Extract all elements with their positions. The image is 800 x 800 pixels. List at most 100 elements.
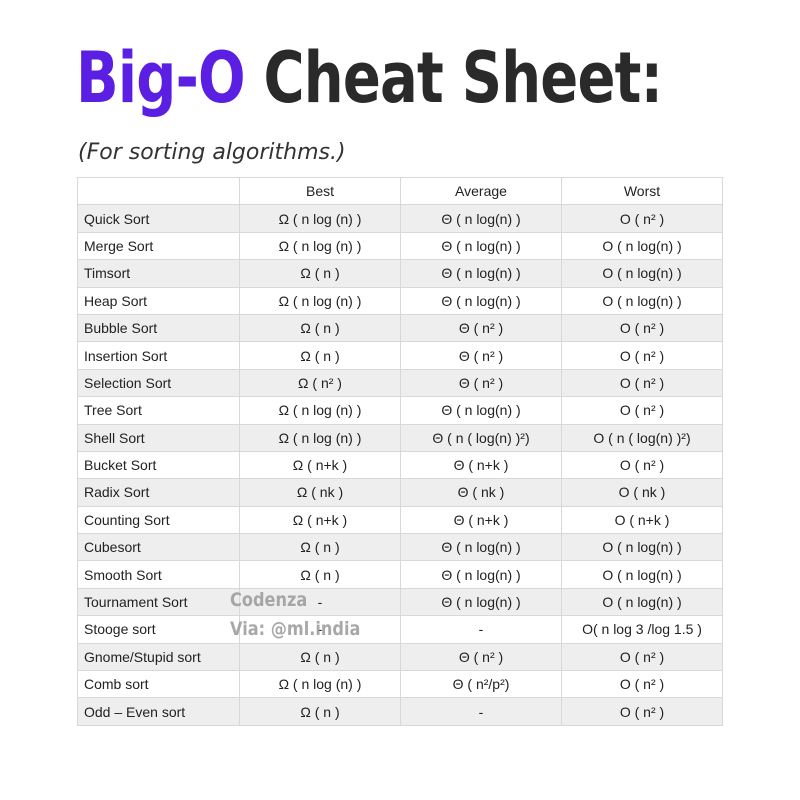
subtitle: (For sorting algorithms.) <box>78 140 346 165</box>
algorithm-name-cell: Tournament Sort <box>77 587 240 617</box>
algorithm-name-cell: Gnome/Stupid sort <box>77 642 240 672</box>
average-case-cell: Θ ( n log(n) ) <box>400 396 562 425</box>
average-case-cell: - <box>400 697 562 726</box>
table-row: Merge Sort Ω ( n log (n) ) Θ ( n log(n) ) O… <box>77 231 723 261</box>
worst-case-cell: O( n log 3 /log 1.5 ) <box>561 615 723 644</box>
best-case-cell: - <box>239 587 401 617</box>
table-row: Shell Sort Ω ( n log (n) ) Θ ( n ( log(n) … <box>77 423 723 452</box>
table-row: Counting Sort Ω ( n+k ) Θ ( n+k ) O ( n+k ) <box>77 505 723 535</box>
table-row: Tournament Sort - Θ ( n log(n) ) O ( n log(… <box>77 587 723 617</box>
algorithm-name-cell: Stooge sort <box>77 615 240 644</box>
worst-case-cell: O ( n² ) <box>561 368 723 398</box>
best-case-cell: Ω ( n ) <box>239 697 401 726</box>
average-case-cell: Θ ( n log(n) ) <box>400 560 562 589</box>
algorithm-name-cell: Tree Sort <box>77 396 240 425</box>
table-row: Stooge sort - - O( n log 3 /log 1.5 ) <box>77 615 723 644</box>
best-case-cell: - <box>239 615 401 644</box>
worst-case-cell: O ( n² ) <box>561 204 723 233</box>
worst-case-cell: O ( n² ) <box>561 396 723 425</box>
worst-case-cell: O ( n log(n) ) <box>561 533 723 562</box>
algorithm-name-cell: Bubble Sort <box>77 313 240 343</box>
worst-case-cell: O ( n² ) <box>561 341 723 370</box>
best-case-cell: Ω ( n ) <box>239 642 401 672</box>
algorithm-name-cell: Counting Sort <box>77 505 240 535</box>
table-row: Gnome/Stupid sort Ω ( n ) Θ ( n² ) O ( n² ) <box>77 642 723 672</box>
algorithm-name-cell: Quick Sort <box>77 204 240 233</box>
page-title: Big-O Cheat Sheet: <box>76 26 663 130</box>
algorithm-name-cell: Comb sort <box>77 670 240 699</box>
best-case-cell: Ω ( nk ) <box>239 478 401 507</box>
worst-case-cell: O ( n log(n) ) <box>561 286 723 315</box>
algorithm-name-cell: Selection Sort <box>77 368 240 398</box>
worst-case-cell: O ( n² ) <box>561 670 723 699</box>
average-case-cell: Θ ( n log(n) ) <box>400 231 562 261</box>
table-body: Quick Sort Ω ( n log (n) ) Θ ( n log(n) ) O… <box>77 204 723 726</box>
average-case-cell: Θ ( n² ) <box>400 313 562 343</box>
best-case-cell: Ω ( n ) <box>239 560 401 589</box>
average-case-cell: Θ ( n²/p²) <box>400 670 562 699</box>
table-row: Radix Sort Ω ( nk ) Θ ( nk ) O ( nk ) <box>77 478 723 507</box>
average-case-cell: Θ ( n+k ) <box>400 505 562 535</box>
algorithm-name-cell: Insertion Sort <box>77 341 240 370</box>
table-row: Selection Sort Ω ( n² ) Θ ( n² ) O ( n² ) <box>77 368 723 398</box>
table-row: Comb sort Ω ( n log (n) ) Θ ( n²/p²) O ( n²… <box>77 670 723 699</box>
worst-case-cell: O ( n log(n) ) <box>561 259 723 288</box>
best-case-cell: Ω ( n ) <box>239 533 401 562</box>
worst-case-cell: O ( n log(n) ) <box>561 560 723 589</box>
algorithm-name-cell: Smooth Sort <box>77 560 240 589</box>
average-case-cell: Θ ( n² ) <box>400 368 562 398</box>
header-average: Average <box>400 176 562 206</box>
best-case-cell: Ω ( n log (n) ) <box>239 286 401 315</box>
header-row: Best Average Worst <box>77 176 723 206</box>
best-case-cell: Ω ( n ) <box>239 313 401 343</box>
header-best: Best <box>239 176 401 206</box>
best-case-cell: Ω ( n log (n) ) <box>239 423 401 452</box>
algorithm-name-cell: Bucket Sort <box>77 450 240 480</box>
worst-case-cell: O ( nk ) <box>561 478 723 507</box>
best-case-cell: Ω ( n+k ) <box>239 450 401 480</box>
worst-case-cell: O ( n² ) <box>561 642 723 672</box>
table-row: Smooth Sort Ω ( n ) Θ ( n log(n) ) O ( n lo… <box>77 560 723 589</box>
average-case-cell: Θ ( n ( log(n) )²) <box>400 423 562 452</box>
algorithm-name-cell: Shell Sort <box>77 423 240 452</box>
average-case-cell: Θ ( n log(n) ) <box>400 259 562 288</box>
best-case-cell: Ω ( n log (n) ) <box>239 231 401 261</box>
table-row: Timsort Ω ( n ) Θ ( n log(n) ) O ( n log(n)… <box>77 259 723 288</box>
table-row: Quick Sort Ω ( n log (n) ) Θ ( n log(n) ) O… <box>77 204 723 233</box>
average-case-cell: Θ ( n log(n) ) <box>400 587 562 617</box>
algorithm-name-cell: Timsort <box>77 259 240 288</box>
header-corner <box>77 176 240 206</box>
title-accent: Big-O <box>76 37 246 119</box>
best-case-cell: Ω ( n² ) <box>239 368 401 398</box>
worst-case-cell: O ( n² ) <box>561 313 723 343</box>
algorithm-name-cell: Cubesort <box>77 533 240 562</box>
average-case-cell: Θ ( n+k ) <box>400 450 562 480</box>
worst-case-cell: O ( n² ) <box>561 450 723 480</box>
table-row: Insertion Sort Ω ( n ) Θ ( n² ) O ( n² ) <box>77 341 723 370</box>
best-case-cell: Ω ( n ) <box>239 259 401 288</box>
worst-case-cell: O ( n ( log(n) )²) <box>561 423 723 452</box>
best-case-cell: Ω ( n log (n) ) <box>239 670 401 699</box>
table-row: Odd – Even sort Ω ( n ) - O ( n² ) <box>77 697 723 726</box>
algorithm-name-cell: Radix Sort <box>77 478 240 507</box>
algorithm-name-cell: Odd – Even sort <box>77 697 240 726</box>
worst-case-cell: O ( n log(n) ) <box>561 231 723 261</box>
average-case-cell: Θ ( n log(n) ) <box>400 204 562 233</box>
header-worst: Worst <box>561 176 723 206</box>
average-case-cell: Θ ( nk ) <box>400 478 562 507</box>
average-case-cell: Θ ( n log(n) ) <box>400 533 562 562</box>
worst-case-cell: O ( n+k ) <box>561 505 723 535</box>
complexity-table: Best Average Worst Quick Sort Ω ( n log (… <box>77 176 723 726</box>
average-case-cell: Θ ( n log(n) ) <box>400 286 562 315</box>
algorithm-name-cell: Heap Sort <box>77 286 240 315</box>
worst-case-cell: O ( n² ) <box>561 697 723 726</box>
table-row: Bubble Sort Ω ( n ) Θ ( n² ) O ( n² ) <box>77 313 723 343</box>
average-case-cell: Θ ( n² ) <box>400 642 562 672</box>
average-case-cell: Θ ( n² ) <box>400 341 562 370</box>
algorithm-name-cell: Merge Sort <box>77 231 240 261</box>
worst-case-cell: O ( n log(n) ) <box>561 587 723 617</box>
best-case-cell: Ω ( n ) <box>239 341 401 370</box>
best-case-cell: Ω ( n+k ) <box>239 505 401 535</box>
table-row: Cubesort Ω ( n ) Θ ( n log(n) ) O ( n log(n… <box>77 533 723 562</box>
table-row: Bucket Sort Ω ( n+k ) Θ ( n+k ) O ( n² ) <box>77 450 723 480</box>
